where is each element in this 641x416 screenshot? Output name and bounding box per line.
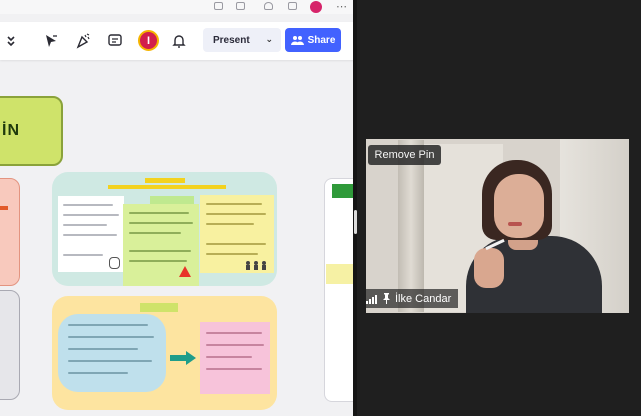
- hand-icon: [109, 257, 120, 269]
- more-icon[interactable]: ⋯: [336, 0, 347, 13]
- frame-highlight: [108, 185, 226, 189]
- bell-icon[interactable]: [168, 30, 190, 52]
- document-icon[interactable]: [236, 2, 245, 10]
- resize-handle[interactable]: [354, 210, 357, 234]
- comment-icon[interactable]: [104, 30, 126, 52]
- pin-icon: [383, 293, 390, 304]
- board-marker: [0, 206, 8, 210]
- participant-figure: [494, 174, 544, 238]
- chevron-down-icon[interactable]: ⌄: [265, 34, 273, 45]
- board-card-grey[interactable]: [0, 290, 20, 400]
- chevron-down-icon[interactable]: [0, 30, 22, 52]
- window-icon[interactable]: [288, 2, 297, 10]
- board-title-text: İN: [2, 122, 20, 139]
- cursor-icon[interactable]: [40, 30, 62, 52]
- participant-figure: [508, 222, 522, 226]
- user-avatar[interactable]: I: [138, 30, 159, 51]
- remove-pin-button[interactable]: Remove Pin: [368, 145, 441, 165]
- participant-name-bar: İlke Candar: [366, 289, 458, 308]
- participant-figure: [474, 248, 504, 288]
- warning-icon: [179, 266, 191, 277]
- frame-label: [140, 303, 178, 312]
- present-button[interactable]: Present ⌄: [203, 28, 281, 52]
- share-label: Share: [307, 34, 336, 46]
- arrow-right-icon: [170, 351, 196, 365]
- celebrate-icon[interactable]: [72, 30, 94, 52]
- top-strip: ⋯: [0, 0, 356, 14]
- frame-highlight: [145, 178, 185, 183]
- board-title-block[interactable]: İN: [0, 96, 63, 166]
- signal-bars-icon: [366, 294, 377, 304]
- video-background-curtain: [398, 140, 424, 312]
- present-label: Present: [213, 34, 250, 46]
- speech-bubble-blue[interactable]: [58, 314, 166, 392]
- share-button[interactable]: Share: [285, 28, 341, 52]
- participant-name: İlke Candar: [395, 292, 452, 305]
- sticky-note-pink[interactable]: [200, 322, 270, 394]
- people-icon: [290, 36, 304, 45]
- user-avatar-mini[interactable]: [310, 1, 322, 13]
- monitor-icon[interactable]: [214, 2, 223, 10]
- people-group-icon: [246, 261, 266, 270]
- board-card-pink[interactable]: [0, 178, 20, 286]
- pane-divider[interactable]: [353, 0, 357, 416]
- reaction-icon[interactable]: [264, 2, 273, 10]
